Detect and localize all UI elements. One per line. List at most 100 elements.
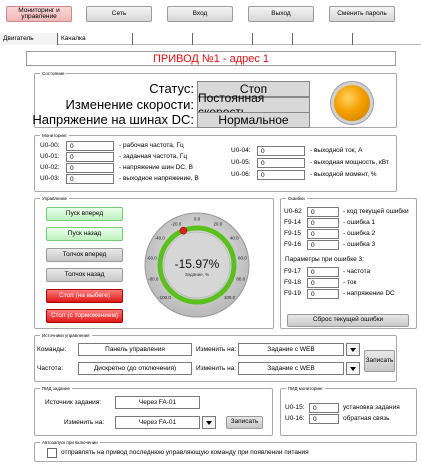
gauge-tick-label: 40.0 <box>230 236 239 241</box>
tab-empty-1[interactable] <box>132 33 192 45</box>
frequency-target-select[interactable]: Задание с WEB <box>238 362 344 375</box>
jog-back-button[interactable]: Толчок назад <box>46 268 123 282</box>
commands-label: Команды: <box>37 346 67 353</box>
error-value-field: 0 <box>307 207 339 217</box>
error-code: U0-62 <box>284 208 302 215</box>
monitor-code: U0-02: <box>40 164 60 171</box>
error-desc: - код текущей ошибки <box>343 208 409 215</box>
pid-change-label: Изменить на: <box>64 419 105 426</box>
monitor-desc: - выходной момент, % <box>310 171 377 178</box>
gauge-tick-label: 0.0 <box>194 217 201 222</box>
nav-monitoring-button[interactable]: Мониторинг и управление <box>6 6 72 22</box>
jog-forward-button[interactable]: Толчок вперед <box>46 248 123 262</box>
error-param-value-field: 0 <box>307 278 339 288</box>
error-value-field: 0 <box>307 229 339 239</box>
chevron-down-icon <box>206 420 212 425</box>
monitor-value-field: 0 <box>66 152 114 162</box>
speed-gauge[interactable]: -100.0 -80.0 -60.0 -40.0 -20.0 0.0 20.0 40.0 60.… <box>127 205 267 325</box>
frequency-dropdown-arrow[interactable] <box>346 362 360 375</box>
commands-change-label: Изменить на: <box>196 346 237 353</box>
tab-swing[interactable]: Качалка <box>57 33 132 45</box>
tab-empty-2[interactable] <box>192 33 252 45</box>
monitor-value-field: 0 <box>66 174 114 184</box>
error-value-field: 0 <box>307 218 339 228</box>
dc-bus-label: Напряжение на шинах DC: <box>32 112 194 127</box>
sources-write-button[interactable]: Записать <box>364 350 395 372</box>
nav-logout-button[interactable]: Выход <box>248 6 314 22</box>
gauge-tick-label: -20.0 <box>171 222 182 227</box>
speed-change-value: Постоянная скорость <box>197 91 310 119</box>
monitor-desc: - напряжение шин DC, В <box>119 164 193 171</box>
tab-empty-4[interactable] <box>292 33 352 45</box>
gauge-value-text: -15.97% <box>175 257 220 271</box>
nav-change-password-button[interactable]: Сменить пароль <box>329 6 395 22</box>
control-legend: Управление <box>40 195 70 202</box>
chevron-down-icon <box>350 347 356 352</box>
monitor-value-field: 0 <box>257 146 305 156</box>
commands-target-select[interactable]: Задание с WEB <box>238 343 344 356</box>
gauge-tick-label: -80.0 <box>148 277 159 282</box>
stop-brake-button[interactable]: Стоп (с торможением) <box>46 309 123 323</box>
chevron-down-icon <box>350 366 356 371</box>
pid-monitor-code: U0-15: <box>285 404 305 411</box>
monitoring-legend: Мониторинг <box>40 132 69 139</box>
error-param-desc: - частота <box>343 268 371 275</box>
start-forward-button[interactable]: Пуск вперед <box>46 207 123 221</box>
pid-monitor-value-field: 0 <box>309 403 339 413</box>
monitor-code: U0-06: <box>231 171 251 178</box>
gauge-knob-handle[interactable] <box>179 226 188 235</box>
gauge-tick-label: 20.0 <box>214 222 223 227</box>
error-value-field: 0 <box>307 240 339 250</box>
page-title: ПРИВОД №1 - адрес 1 <box>26 51 396 66</box>
tab-empty-5[interactable] <box>352 33 421 45</box>
tab-empty-3[interactable] <box>252 33 292 45</box>
monitor-code: U0-00: <box>40 142 60 149</box>
monitor-value-field: 0 <box>257 170 305 180</box>
tab-bar: Двигатель Качалка <box>0 33 421 45</box>
reset-error-button[interactable]: Сброс текущей ошибки <box>287 314 409 327</box>
nav-login-button[interactable]: Вход <box>167 6 233 22</box>
monitor-value-field: 0 <box>257 158 305 168</box>
nav-network-button[interactable]: Сеть <box>86 6 152 22</box>
gauge-tick-label: -60.0 <box>146 255 157 260</box>
monitor-desc: - выходное напряжение, В <box>119 175 199 182</box>
error-desc: - ошибка 2 <box>343 230 376 237</box>
error-param-code: F9-17 <box>284 268 301 275</box>
pid-source-value: Через FA-01 <box>115 396 200 409</box>
error-code: F9-15 <box>284 230 301 237</box>
commands-dropdown-arrow[interactable] <box>346 343 360 356</box>
frequency-label: Частота: <box>37 365 63 372</box>
gauge-tick-label: 100.0 <box>224 295 236 300</box>
error-code: F9-16 <box>284 241 301 248</box>
autostart-checkbox[interactable] <box>47 448 57 458</box>
pid-change-select[interactable]: Через FA-01 <box>115 416 200 429</box>
pid-monitor-value-field: 0 <box>309 414 339 424</box>
frequency-change-label: Изменить на: <box>196 365 237 372</box>
pid-dropdown-arrow[interactable] <box>202 416 216 429</box>
errors-legend: Ошибки <box>286 195 307 202</box>
pid-source-label: Источник задания: <box>45 399 102 406</box>
gauge-caption: Задание, % <box>185 272 209 277</box>
stop-coast-button[interactable]: Стоп (на выбеге) <box>46 289 123 303</box>
frequency-value: Дискретно (до отключения) <box>78 362 192 375</box>
pid-monitor-desc: обратная связь <box>343 415 390 422</box>
status-indicator-lamp <box>331 82 373 124</box>
monitor-code: U0-05: <box>231 159 251 166</box>
pid-write-button[interactable]: Записать <box>226 416 263 429</box>
speed-change-label: Изменение скорости: <box>65 97 194 112</box>
monitor-code: U0-03: <box>40 175 60 182</box>
error-param-value-field: 0 <box>307 289 339 299</box>
autostart-legend: Автозапуск при включении <box>40 439 100 446</box>
error-params-title: Параметры при ошибке 3: <box>285 256 364 263</box>
gauge-tick-label: -40.0 <box>155 236 166 241</box>
error-param-code: F9-18 <box>284 279 301 286</box>
error-code: F9-14 <box>284 219 301 226</box>
dc-bus-value: Нормальное <box>197 112 310 128</box>
start-back-button[interactable]: Пуск назад <box>46 227 123 241</box>
monitor-desc: - рабочая частота, Гц <box>119 142 184 149</box>
monitor-code: U0-04: <box>231 147 251 154</box>
gauge-tick-label: 80.0 <box>236 277 245 282</box>
tab-engine[interactable]: Двигатель <box>0 33 57 45</box>
error-param-value-field: 0 <box>307 267 339 277</box>
monitor-value-field: 0 <box>66 163 114 173</box>
